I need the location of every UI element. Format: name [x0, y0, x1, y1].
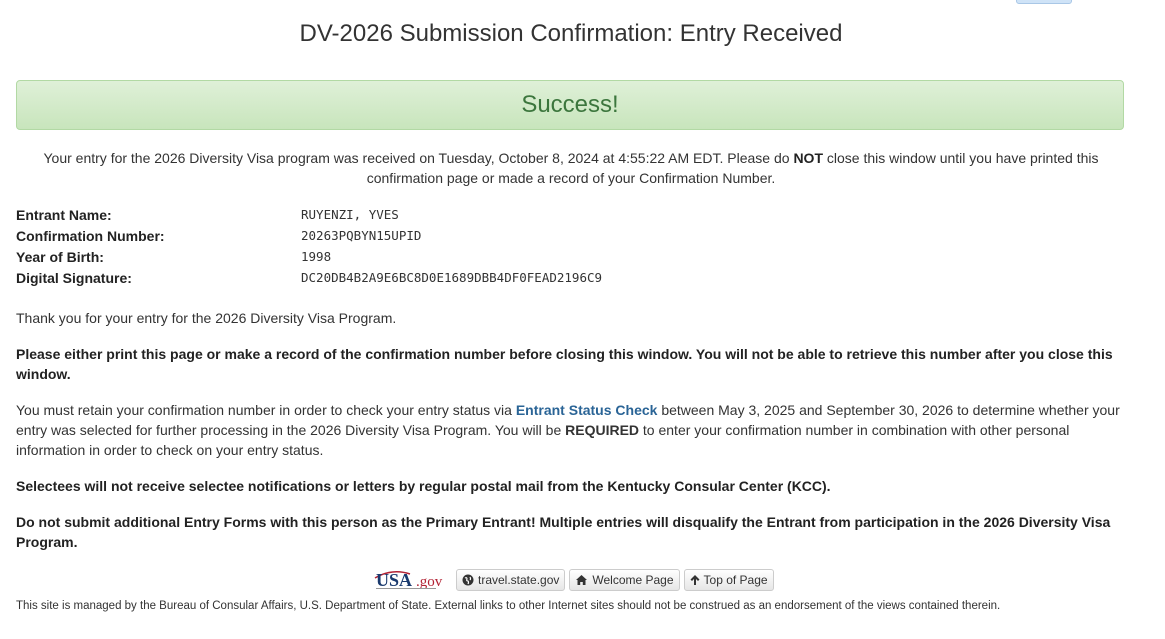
retain-number-text: You must retain your confirmation number…	[16, 400, 1128, 460]
entrant-name-row: Entrant Name: RUYENZI, YVES	[16, 204, 602, 225]
svg-text:.gov: .gov	[416, 574, 443, 590]
confirmation-number-value: 20263PQBYN15UPID	[301, 228, 422, 243]
footer-bar: USA .gov travel.state.gov Welcome Page T…	[372, 568, 774, 592]
top-of-page-label: Top of Page	[703, 573, 768, 587]
print-warning-text: Please either print this page or make a …	[16, 346, 1113, 382]
year-of-birth-row: Year of Birth: 1998	[16, 246, 602, 267]
top-tab-button[interactable]	[1016, 0, 1072, 4]
year-of-birth-label: Year of Birth:	[16, 248, 104, 265]
received-message-part1: Your entry for the 2026 Diversity Visa p…	[43, 150, 794, 166]
welcome-page-button[interactable]: Welcome Page	[569, 569, 680, 591]
multiple-entries-warning: Do not submit additional Entry Forms wit…	[16, 514, 1111, 550]
year-of-birth-value: 1998	[301, 249, 332, 264]
digital-signature-label: Digital Signature:	[16, 269, 132, 286]
entry-info: Entrant Name: RUYENZI, YVES Confirmation…	[16, 204, 602, 288]
home-icon	[575, 574, 588, 586]
selectees-notice: Selectees will not receive selectee noti…	[16, 478, 831, 494]
retain-text-part1: You must retain your confirmation number…	[16, 402, 516, 418]
confirmation-number-row: Confirmation Number: 20263PQBYN15UPID	[16, 225, 602, 246]
entrant-status-check-link[interactable]: Entrant Status Check	[516, 402, 658, 418]
arrow-up-icon	[690, 574, 700, 586]
travel-state-gov-label: travel.state.gov	[478, 573, 560, 587]
entrant-name-value: RUYENZI, YVES	[301, 207, 399, 222]
received-message: Your entry for the 2026 Diversity Visa p…	[30, 148, 1112, 188]
top-of-page-button[interactable]: Top of Page	[683, 569, 774, 591]
travel-state-gov-button[interactable]: travel.state.gov	[456, 569, 566, 591]
page-title: DV-2026 Submission Confirmation: Entry R…	[299, 20, 843, 47]
digital-signature-row: Digital Signature: DC20DB4B2A9E6BC8D0E16…	[16, 267, 602, 288]
thank-you-text: Thank you for your entry for the 2026 Di…	[16, 310, 397, 326]
usa-gov-logo[interactable]: USA .gov	[372, 568, 452, 592]
retain-text-emphasis: REQUIRED	[565, 422, 640, 438]
success-alert: Success!	[16, 80, 1124, 130]
confirmation-number-label: Confirmation Number:	[16, 227, 165, 244]
globe-icon	[462, 574, 474, 586]
digital-signature-value: DC20DB4B2A9E6BC8D0E1689DBB4DF0FEAD2196C9	[301, 270, 603, 285]
svg-text:USA: USA	[376, 570, 412, 590]
welcome-page-label: Welcome Page	[592, 573, 674, 587]
success-alert-text: Success!	[521, 91, 619, 118]
received-message-emphasis: NOT	[793, 150, 823, 166]
site-disclaimer: This site is managed by the Bureau of Co…	[16, 600, 1001, 612]
page: DV-2026 Submission Confirmation: Entry R…	[0, 0, 1165, 639]
entrant-name-label: Entrant Name:	[16, 206, 112, 223]
